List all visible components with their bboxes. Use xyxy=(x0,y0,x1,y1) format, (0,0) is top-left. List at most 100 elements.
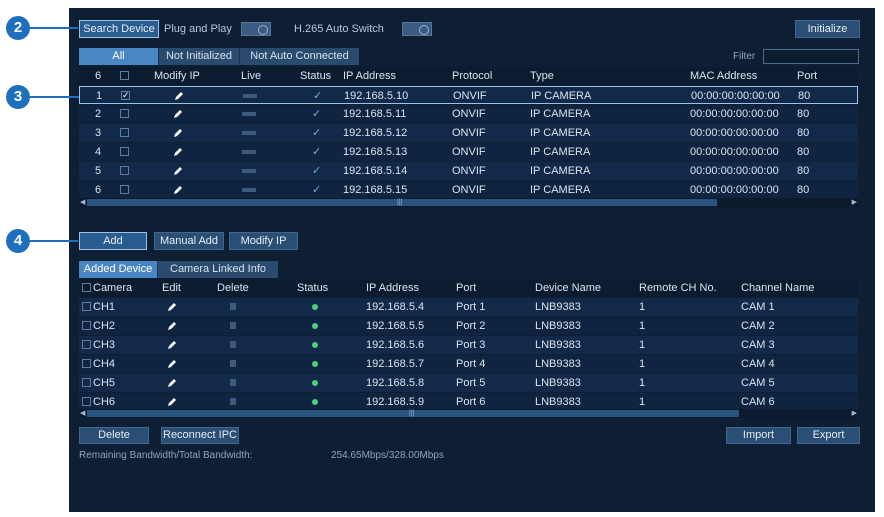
select-all-checkbox[interactable] xyxy=(120,71,129,80)
tab-not-auto-connected[interactable]: Not Auto Connected xyxy=(240,48,359,65)
select-all-added-checkbox[interactable] xyxy=(82,283,91,292)
pencil-icon[interactable] xyxy=(167,302,177,312)
device-type: IP CAMERA xyxy=(530,108,591,120)
header-device-name: Device Name xyxy=(535,282,602,294)
added-table-scrollbar[interactable]: ◀ ||| ▶ xyxy=(79,409,858,418)
pencil-icon[interactable] xyxy=(173,147,183,157)
search-table-scrollbar[interactable]: ◀ ||| ▶ xyxy=(79,198,858,207)
status-check-icon: ✓ xyxy=(312,127,322,139)
row-checkbox[interactable] xyxy=(82,302,91,311)
filter-label: Filter xyxy=(733,51,756,62)
plug-and-play-toggle[interactable] xyxy=(241,22,271,36)
reconnect-ipc-button[interactable]: Reconnect IPC xyxy=(161,427,239,444)
pencil-icon[interactable] xyxy=(173,166,183,176)
modify-ip-button[interactable]: Modify IP xyxy=(229,232,298,250)
scroll-grip-icon: ||| xyxy=(409,410,415,417)
protocol: ONVIF xyxy=(452,108,486,120)
live-preview-icon[interactable] xyxy=(242,188,256,192)
tab-not-initialized[interactable]: Not Initialized xyxy=(159,48,239,65)
trash-icon[interactable] xyxy=(230,322,236,329)
mac-address: 00:00:00:00:00:00 xyxy=(690,127,779,139)
protocol: ONVIF xyxy=(452,184,486,196)
ip-address: 192.168.5.15 xyxy=(343,184,408,196)
header-channel-name: Channel Name xyxy=(741,282,815,294)
row-checkbox[interactable] xyxy=(120,128,129,137)
callout-4-line xyxy=(30,240,78,242)
table-row[interactable]: 5 ✓ 192.168.5.14 ONVIF IP CAMERA 00:00:00:00:… xyxy=(79,162,858,180)
row-checkbox[interactable] xyxy=(82,397,91,406)
scroll-left-icon[interactable]: ◀ xyxy=(80,198,85,207)
trash-icon[interactable] xyxy=(230,303,236,310)
pencil-icon[interactable] xyxy=(167,397,177,407)
row-checkbox[interactable] xyxy=(120,185,129,194)
export-button[interactable]: Export xyxy=(797,427,860,444)
filter-input[interactable] xyxy=(763,49,859,64)
row-checkbox[interactable] xyxy=(82,378,91,387)
pencil-icon[interactable] xyxy=(167,340,177,350)
row-checkbox[interactable]: ✓ xyxy=(121,91,130,100)
row-checkbox[interactable] xyxy=(82,359,91,368)
tab-added-device[interactable]: Added Device xyxy=(79,261,157,278)
scroll-left-icon[interactable]: ◀ xyxy=(80,409,85,418)
live-preview-icon[interactable] xyxy=(243,94,257,98)
tab-all[interactable]: All xyxy=(79,48,158,65)
trash-icon[interactable] xyxy=(230,398,236,405)
port: Port 4 xyxy=(456,358,486,370)
delete-button[interactable]: Delete xyxy=(79,427,149,444)
bandwidth-value: 254.65Mbps/328.00Mbps xyxy=(331,450,444,461)
tab-camera-linked-info[interactable]: Camera Linked Info xyxy=(158,261,278,278)
pencil-icon[interactable] xyxy=(173,185,183,195)
ip-address: 192.168.5.12 xyxy=(343,127,408,139)
row-checkbox[interactable] xyxy=(120,166,129,175)
table-row[interactable]: CH3 192.168.5.6 Port 3 LNB9383 1 CAM 3 xyxy=(79,336,858,354)
table-row[interactable]: CH2 192.168.5.5 Port 2 LNB9383 1 CAM 2 xyxy=(79,317,858,335)
remote-ch-no: 1 xyxy=(639,358,646,370)
ip-address: 192.168.5.11 xyxy=(343,108,407,120)
table-row[interactable]: 6 ✓ 192.168.5.15 ONVIF IP CAMERA 00:00:00:00:… xyxy=(79,181,858,199)
ip-address: 192.168.5.13 xyxy=(343,146,408,158)
h265-auto-switch-toggle[interactable] xyxy=(402,22,432,36)
pencil-icon[interactable] xyxy=(167,359,177,369)
add-button[interactable]: Add xyxy=(79,232,147,250)
pencil-icon[interactable] xyxy=(173,128,183,138)
callout-2-line xyxy=(30,27,78,29)
search-device-button[interactable]: Search Device xyxy=(79,20,159,38)
ip-address: 192.168.5.6 xyxy=(366,339,425,351)
pencil-icon[interactable] xyxy=(167,321,177,331)
status-check-icon: ✓ xyxy=(312,146,322,158)
live-preview-icon[interactable] xyxy=(242,169,256,173)
live-preview-icon[interactable] xyxy=(242,150,256,154)
live-preview-icon[interactable] xyxy=(242,112,256,116)
live-preview-icon[interactable] xyxy=(242,131,256,135)
import-button[interactable]: Import xyxy=(726,427,791,444)
row-checkbox[interactable] xyxy=(120,109,129,118)
bandwidth-label: Remaining Bandwidth/Total Bandwidth: xyxy=(79,450,253,461)
trash-icon[interactable] xyxy=(230,341,236,348)
row-checkbox[interactable] xyxy=(82,321,91,330)
trash-icon[interactable] xyxy=(230,360,236,367)
header-live: Live xyxy=(241,70,262,82)
header-added-status: Status xyxy=(297,282,329,294)
channel-name: CAM 5 xyxy=(741,377,775,389)
table-row[interactable]: 2 ✓ 192.168.5.11 ONVIF IP CAMERA 00:00:00:00:… xyxy=(79,105,858,123)
pencil-icon[interactable] xyxy=(174,91,184,101)
table-row[interactable]: CH1 192.168.5.4 Port 1 LNB9383 1 CAM 1 xyxy=(79,298,858,316)
h265-auto-switch-label: H.265 Auto Switch xyxy=(294,23,384,35)
row-checkbox[interactable] xyxy=(82,340,91,349)
trash-icon[interactable] xyxy=(230,379,236,386)
initialize-button[interactable]: Initialize xyxy=(795,20,860,38)
ip-address: 192.168.5.10 xyxy=(344,90,409,102)
manual-add-button[interactable]: Manual Add xyxy=(154,232,224,250)
pencil-icon[interactable] xyxy=(167,378,177,388)
table-row[interactable]: 4 ✓ 192.168.5.13 ONVIF IP CAMERA 00:00:00:00:… xyxy=(79,143,858,161)
pencil-icon[interactable] xyxy=(173,109,183,119)
table-row[interactable]: 1 ✓ ✓ 192.168.5.10 ONVIF IP CAMERA 00:00:00:00… xyxy=(79,86,858,104)
table-row[interactable]: CH4 192.168.5.7 Port 4 LNB9383 1 CAM 4 xyxy=(79,355,858,373)
table-row[interactable]: CH5 192.168.5.8 Port 5 LNB9383 1 CAM 5 xyxy=(79,374,858,392)
scroll-right-icon[interactable]: ▶ xyxy=(852,198,857,207)
search-table-header: 6 Modify IP Live Status IP Address Proto… xyxy=(79,67,858,85)
row-checkbox[interactable] xyxy=(120,147,129,156)
table-row[interactable]: 3 ✓ 192.168.5.12 ONVIF IP CAMERA 00:00:00:00:… xyxy=(79,124,858,142)
scroll-right-icon[interactable]: ▶ xyxy=(852,409,857,418)
toggle-knob-icon xyxy=(258,25,268,35)
